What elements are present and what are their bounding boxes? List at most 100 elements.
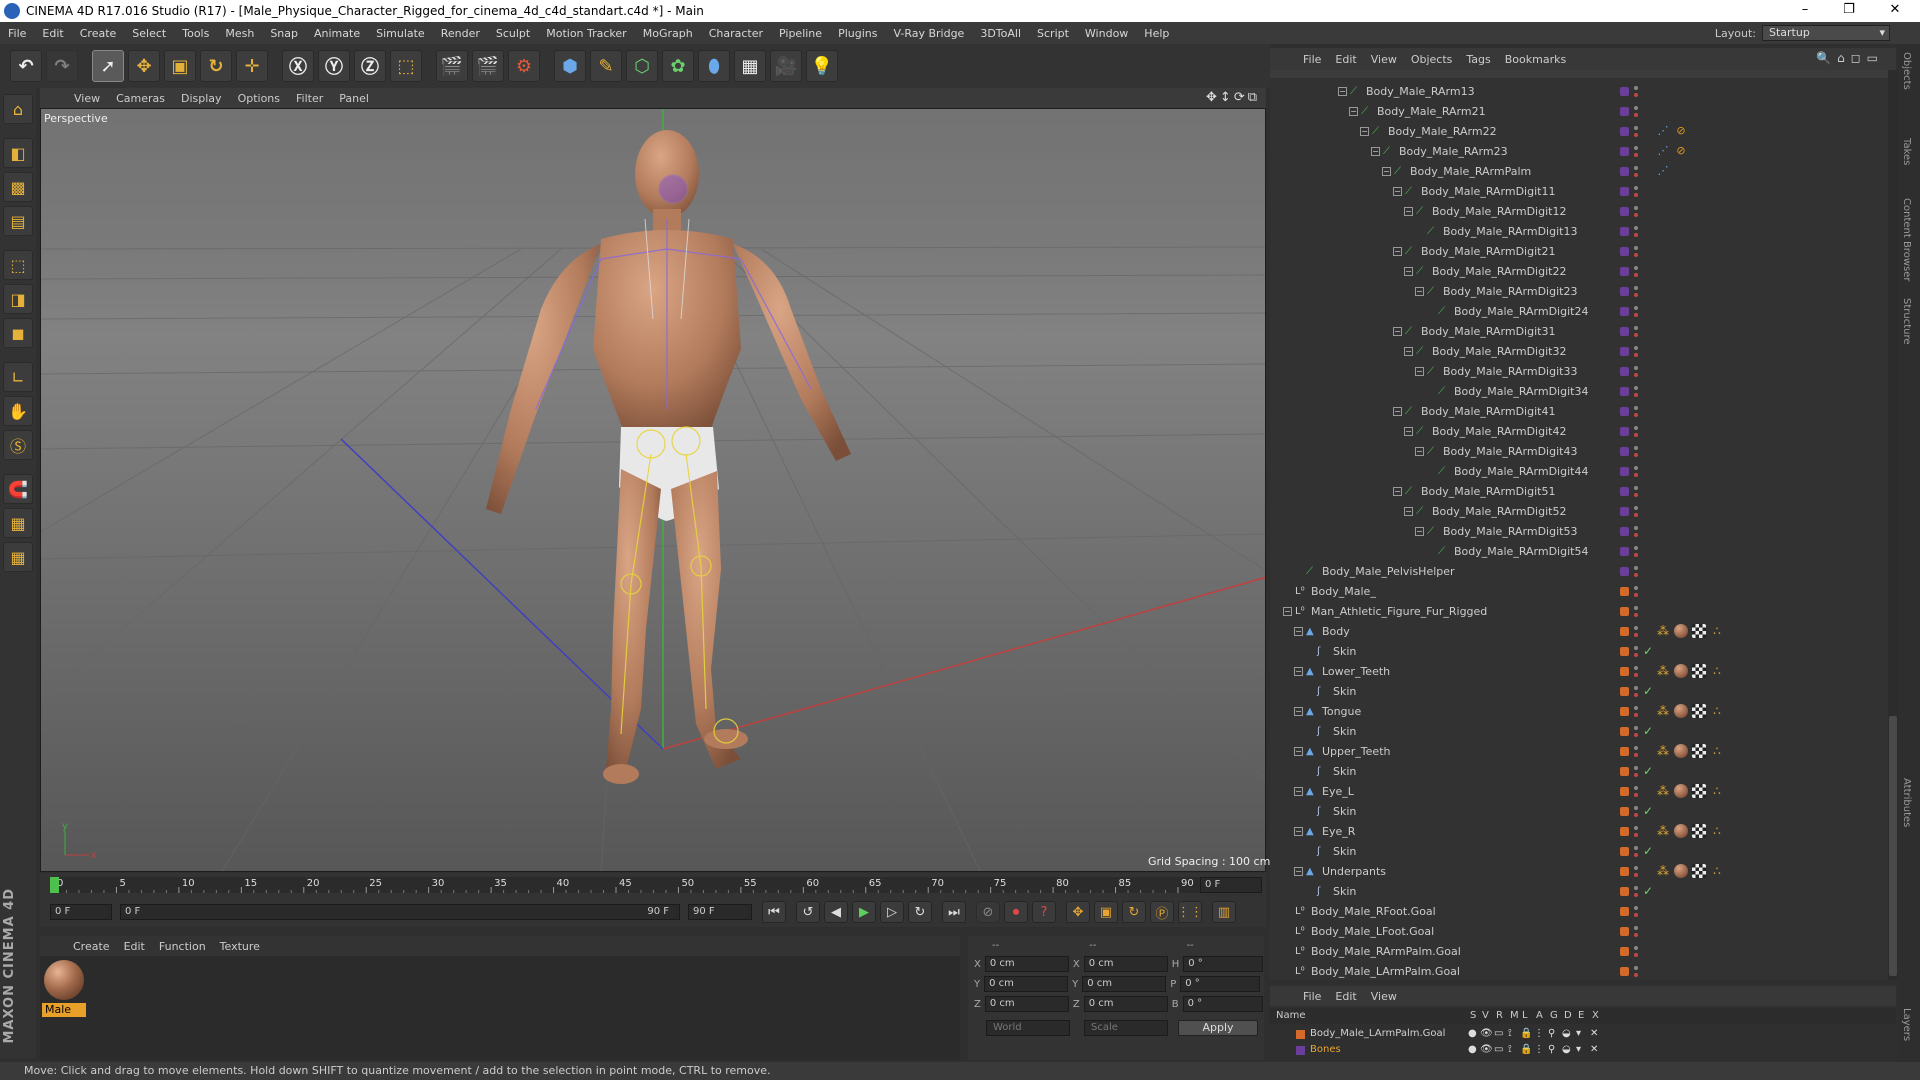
render-visibility-dot[interactable] (1634, 713, 1638, 717)
viewport-nav-icons[interactable]: ✥↕⟳⧉ (1206, 90, 1260, 105)
menu-select[interactable]: Select (124, 27, 174, 40)
expand-toggle-icon[interactable]: − (1294, 747, 1303, 756)
editor-visibility-dot[interactable] (1634, 326, 1638, 330)
selection-tag-icon[interactable]: ∴ (1710, 624, 1724, 638)
coords-position-field[interactable]: 0 cm (984, 956, 1069, 972)
expand-toggle-icon[interactable]: − (1294, 867, 1303, 876)
object-row[interactable]: − ▲ Lower_Teeth ⁂ ∴ (1270, 662, 1888, 682)
object-name[interactable]: Body_Male_RArmDigit34 (1454, 385, 1588, 398)
layer-color-swatch[interactable] (1620, 567, 1629, 576)
object-row[interactable]: ʃ Skin ✓ (1270, 722, 1888, 742)
object-name[interactable]: Body_Male_RArmDigit24 (1454, 305, 1588, 318)
object-row[interactable]: − ▲ Underpants ⁂ ∴ (1270, 862, 1888, 882)
layer-solo-icon[interactable]: ● (1468, 1044, 1477, 1055)
expand-toggle-icon[interactable]: − (1415, 447, 1424, 456)
record-icon[interactable]: ⏺ (1004, 901, 1028, 923)
expand-toggle-icon[interactable]: − (1393, 247, 1402, 256)
object-row[interactable]: − ⟋ Body_Male_RArmDigit23 (1270, 282, 1888, 302)
side-tab-layers[interactable]: Layers (1901, 1008, 1912, 1041)
object-name[interactable]: Body_Male_RArmDigit32 (1432, 345, 1566, 358)
ik-tag-icon[interactable]: ⋰ (1656, 124, 1670, 138)
layer-column-g[interactable]: G (1550, 1010, 1558, 1021)
material-tag-icon[interactable] (1674, 704, 1688, 718)
layer-color-swatch[interactable] (1620, 147, 1629, 156)
viewport-camera-label[interactable]: Perspective (44, 112, 108, 125)
expand-toggle-icon[interactable]: − (1404, 347, 1413, 356)
side-tab-attributes[interactable]: Attributes (1901, 778, 1912, 827)
workplane-icon[interactable]: ▦ (3, 508, 33, 538)
layer-color-swatch[interactable] (1620, 247, 1629, 256)
render-visibility-dot[interactable] (1634, 793, 1638, 797)
object-row[interactable]: − ⟋ Body_Male_RArm13 (1270, 82, 1888, 102)
layer-color-swatch[interactable] (1620, 627, 1629, 636)
coords-rotation-field[interactable]: 0 ° (1183, 956, 1264, 972)
weight-tag-icon[interactable]: ⁂ (1656, 824, 1670, 838)
object-row[interactable]: − ⟋ Body_Male_RArmPalm ⋰ (1270, 162, 1888, 182)
object-row[interactable]: − ⟋ Body_Male_RArmDigit53 (1270, 522, 1888, 542)
object-name[interactable]: Body_Male_RArmDigit31 (1421, 325, 1555, 338)
locked-workplane-icon[interactable]: ▦ (3, 542, 33, 572)
layer-color-swatch[interactable] (1620, 367, 1629, 376)
layer-locked-icon[interactable]: 🔒 (1520, 1044, 1532, 1055)
object-manager-tools-icons[interactable]: 🔍⌂◻▭ (1816, 51, 1884, 65)
layer-animation-icon[interactable]: ⋮ (1534, 1028, 1544, 1039)
solo-mode-icon[interactable]: Ⓢ (3, 430, 33, 460)
editor-visibility-dot[interactable] (1634, 566, 1638, 570)
next-frame-icon[interactable]: ▷ (880, 901, 904, 923)
enabled-check-icon[interactable]: ✓ (1643, 724, 1653, 738)
object-menu-bookmarks[interactable]: Bookmarks (1498, 53, 1573, 66)
expand-toggle-icon[interactable]: − (1415, 527, 1424, 536)
object-row[interactable]: − ⟋ Body_Male_RArmDigit41 (1270, 402, 1888, 422)
start-frame-field[interactable]: 0 F (50, 904, 112, 920)
layer-row[interactable]: Bones ● 👁 ▭ ⟟ 🔒 ⋮ ⚲ ◒ ▾ ✕ (1270, 1042, 1896, 1058)
object-name[interactable]: Skin (1333, 885, 1356, 898)
render-visibility-dot[interactable] (1634, 593, 1638, 597)
render-visibility-dot[interactable] (1634, 513, 1638, 517)
material-tag-icon[interactable] (1674, 824, 1688, 838)
layer-color-swatch[interactable] (1620, 427, 1629, 436)
object-row[interactable]: − ⟋ Body_Male_RArmDigit22 (1270, 262, 1888, 282)
editor-visibility-dot[interactable] (1634, 826, 1638, 830)
layer-column-d[interactable]: D (1564, 1010, 1572, 1021)
editor-visibility-dot[interactable] (1634, 786, 1638, 790)
object-name[interactable]: Body_Male_RArmDigit44 (1454, 465, 1588, 478)
render-visibility-dot[interactable] (1634, 953, 1638, 957)
object-row[interactable]: − ⟋ Body_Male_RArmDigit32 (1270, 342, 1888, 362)
object-row[interactable]: − L⁰ Man_Athletic_Figure_Fur_Rigged (1270, 602, 1888, 622)
object-row[interactable]: − ⟋ Body_Male_RArmDigit33 (1270, 362, 1888, 382)
object-name[interactable]: Skin (1333, 845, 1356, 858)
layer-color-swatch[interactable] (1620, 167, 1629, 176)
menu-animate[interactable]: Animate (306, 27, 368, 40)
layer-manager-icon[interactable]: ⟟ (1508, 1028, 1512, 1039)
deformer-icon[interactable]: ⬮ (698, 50, 730, 82)
layer-color-swatch[interactable] (1620, 647, 1629, 656)
object-menu-objects[interactable]: Objects (1404, 53, 1460, 66)
undo-icon[interactable]: ↶ (10, 50, 42, 82)
render-visibility-dot[interactable] (1634, 553, 1638, 557)
go-to-start-icon[interactable]: ⏮ (762, 901, 786, 923)
editor-visibility-dot[interactable] (1634, 226, 1638, 230)
protection-tag-icon[interactable]: ⊘ (1674, 144, 1688, 158)
viewport-menu-panel[interactable]: Panel (331, 92, 377, 105)
material-name-label[interactable]: Male (42, 1003, 86, 1017)
editor-visibility-dot[interactable] (1634, 626, 1638, 630)
render-visibility-dot[interactable] (1634, 453, 1638, 457)
render-visibility-dot[interactable] (1634, 273, 1638, 277)
layer-column-v[interactable]: V (1482, 1010, 1489, 1021)
layer-color-swatch[interactable] (1620, 927, 1629, 936)
editor-visibility-dot[interactable] (1634, 606, 1638, 610)
protection-tag-icon[interactable]: ⊘ (1674, 124, 1688, 138)
object-row[interactable]: ⟋ Body_Male_PelvisHelper (1270, 562, 1888, 582)
object-name[interactable]: Body_Male_RArmDigit43 (1443, 445, 1577, 458)
editor-visibility-dot[interactable] (1634, 866, 1638, 870)
weight-tag-icon[interactable]: ⁂ (1656, 744, 1670, 758)
object-name[interactable]: Body_Male_RArm13 (1366, 85, 1475, 98)
expand-toggle-icon[interactable]: − (1415, 287, 1424, 296)
render-visibility-dot[interactable] (1634, 573, 1638, 577)
previous-frame-icon[interactable]: ◀ (824, 901, 848, 923)
layer-color-swatch[interactable] (1620, 387, 1629, 396)
play-icon[interactable]: ▶ (852, 901, 876, 923)
menu-render[interactable]: Render (433, 27, 488, 40)
z-axis-lock-icon[interactable]: Ⓩ (354, 50, 386, 82)
object-name[interactable]: Body_Male_RArmPalm.Goal (1311, 945, 1461, 958)
